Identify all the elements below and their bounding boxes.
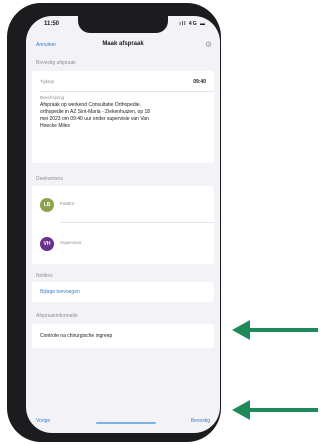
arrow-left-icon: [232, 400, 318, 420]
home-indicator: [96, 422, 156, 424]
phone-frame: 11:50 ıll 4G ▬ Annuleer Maak afspraak ⚙ …: [7, 3, 221, 442]
section-header-reason: Afspraakinformatie: [36, 313, 78, 319]
participant-name: Patiënt: [60, 201, 75, 206]
status-time: 11:50: [44, 21, 60, 27]
divider: [60, 222, 214, 223]
previous-button[interactable]: Vorige: [36, 418, 50, 424]
time-value: 09:40: [193, 79, 206, 85]
phone-notch: [78, 16, 168, 33]
description-line: Hoecke Miles: [40, 123, 71, 129]
time-label: Tijdstip: [40, 79, 55, 84]
avatar: LB: [40, 198, 54, 212]
description-line: Afspraak op werkend Consultatie Orthoped…: [40, 102, 141, 108]
confirm-button[interactable]: Bevestig: [191, 418, 210, 424]
participants-card: LB Patiënt VH Supervisor: [32, 186, 214, 264]
arrow-left-icon: [232, 320, 318, 340]
participant-name: Supervisor: [60, 240, 82, 245]
avatar: VH: [40, 237, 54, 251]
reason-field[interactable]: Controle na chirurgische ingreep: [32, 324, 214, 348]
booking-card: Tijdstip 09:40 Beschrijving Afspraak op …: [32, 71, 214, 163]
bottom-bar: Vorige Bevestig: [26, 411, 220, 433]
section-header-notes: Notities: [36, 273, 53, 279]
description-line: orthopedie in AZ Sint-Maria - Ziekenhuiz…: [40, 109, 151, 115]
description-label: Beschrijving: [40, 95, 65, 100]
add-attachment-link[interactable]: Bijlage toevoegen: [40, 289, 80, 295]
page-title: Maak afspraak: [102, 41, 144, 47]
description-line: mei 2023 om 09:40 uur onder supervisie v…: [40, 116, 149, 122]
notes-card: Bijlage toevoegen: [32, 282, 214, 302]
navbar: Annuleer Maak afspraak ⚙: [26, 38, 220, 54]
divider: [40, 91, 214, 92]
app-screen: 11:50 ıll 4G ▬ Annuleer Maak afspraak ⚙ …: [26, 16, 220, 433]
section-header-booking: Bevestig afspraak: [36, 60, 76, 66]
reason-value: Controle na chirurgische ingreep: [40, 333, 113, 339]
status-icons: ıll 4G ▬: [179, 21, 206, 27]
settings-icon[interactable]: ⚙: [205, 40, 212, 49]
section-header-participants: Deelnemers: [36, 176, 63, 182]
